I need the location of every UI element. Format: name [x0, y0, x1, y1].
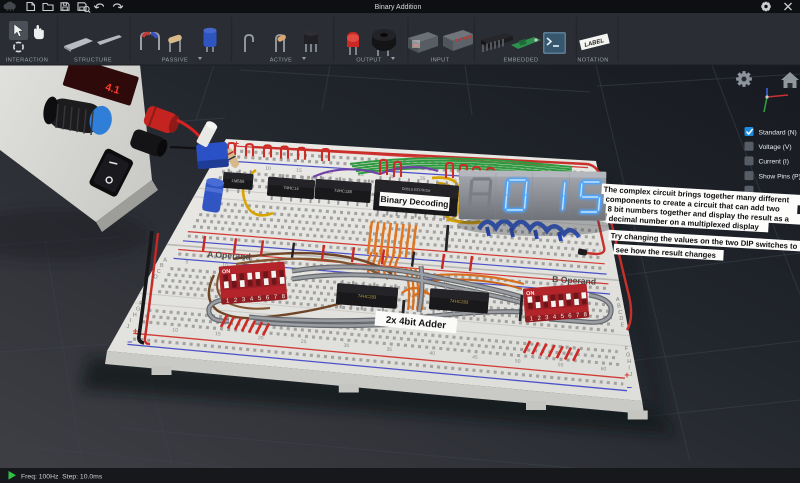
svg-text:INTERACTION: INTERACTION	[6, 58, 48, 64]
svg-text:STRUCTURE: STRUCTURE	[74, 58, 112, 64]
svg-text:E: E	[621, 323, 625, 329]
svg-text:D: D	[619, 316, 623, 322]
svg-text:60: 60	[600, 366, 606, 372]
svg-text:H: H	[133, 312, 137, 318]
svg-text:LM555: LM555	[231, 178, 245, 184]
svg-text:35: 35	[420, 176, 426, 182]
svg-text:Binary Addition: Binary Addition	[375, 4, 422, 11]
svg-text:C: C	[618, 310, 622, 316]
svg-text:55: 55	[558, 362, 564, 368]
svg-text:B: B	[617, 303, 621, 309]
svg-text:45: 45	[472, 355, 478, 361]
svg-text:EMBEDDED: EMBEDDED	[504, 58, 539, 64]
svg-text:40: 40	[429, 351, 435, 357]
svg-text:−: −	[627, 382, 632, 392]
svg-text:A: A	[163, 257, 167, 263]
svg-text:J: J	[127, 324, 130, 330]
svg-text:50: 50	[515, 358, 521, 364]
svg-text:10: 10	[265, 166, 271, 172]
svg-text:J: J	[630, 372, 633, 378]
svg-text:INPUT: INPUT	[431, 58, 450, 64]
svg-text:−: −	[127, 337, 132, 347]
svg-text:+: +	[624, 370, 629, 380]
svg-text:Current (I): Current (I)	[759, 159, 789, 166]
svg-text:D: D	[154, 275, 158, 281]
svg-text:OUTPUT: OUTPUT	[356, 58, 382, 64]
svg-text:H: H	[627, 359, 631, 365]
svg-text:20: 20	[258, 335, 264, 341]
svg-text:15: 15	[215, 331, 221, 337]
svg-text:35: 35	[386, 347, 392, 353]
svg-text:Freq: 100Hz Step: 10.0ms: Freq: 100Hz Step: 10.0ms	[21, 473, 103, 480]
svg-text:ON: ON	[526, 291, 535, 298]
svg-text:25: 25	[301, 339, 307, 345]
svg-text:PASSIVE: PASSIVE	[162, 58, 188, 64]
svg-text:30: 30	[343, 343, 349, 349]
svg-text:15: 15	[296, 168, 302, 174]
svg-text:A: A	[616, 297, 620, 303]
svg-text:ACTIVE: ACTIVE	[270, 58, 293, 64]
svg-text:10: 10	[172, 327, 178, 333]
svg-text:G: G	[626, 352, 630, 358]
svg-text:NOTATION: NOTATION	[577, 58, 608, 64]
svg-text:Show Pins (P): Show Pins (P)	[759, 173, 800, 180]
svg-text:ON: ON	[222, 269, 231, 276]
svg-text:+: +	[133, 326, 138, 336]
svg-text:Voltage (V): Voltage (V)	[759, 144, 792, 151]
svg-text:Standard (N): Standard (N)	[759, 129, 797, 136]
